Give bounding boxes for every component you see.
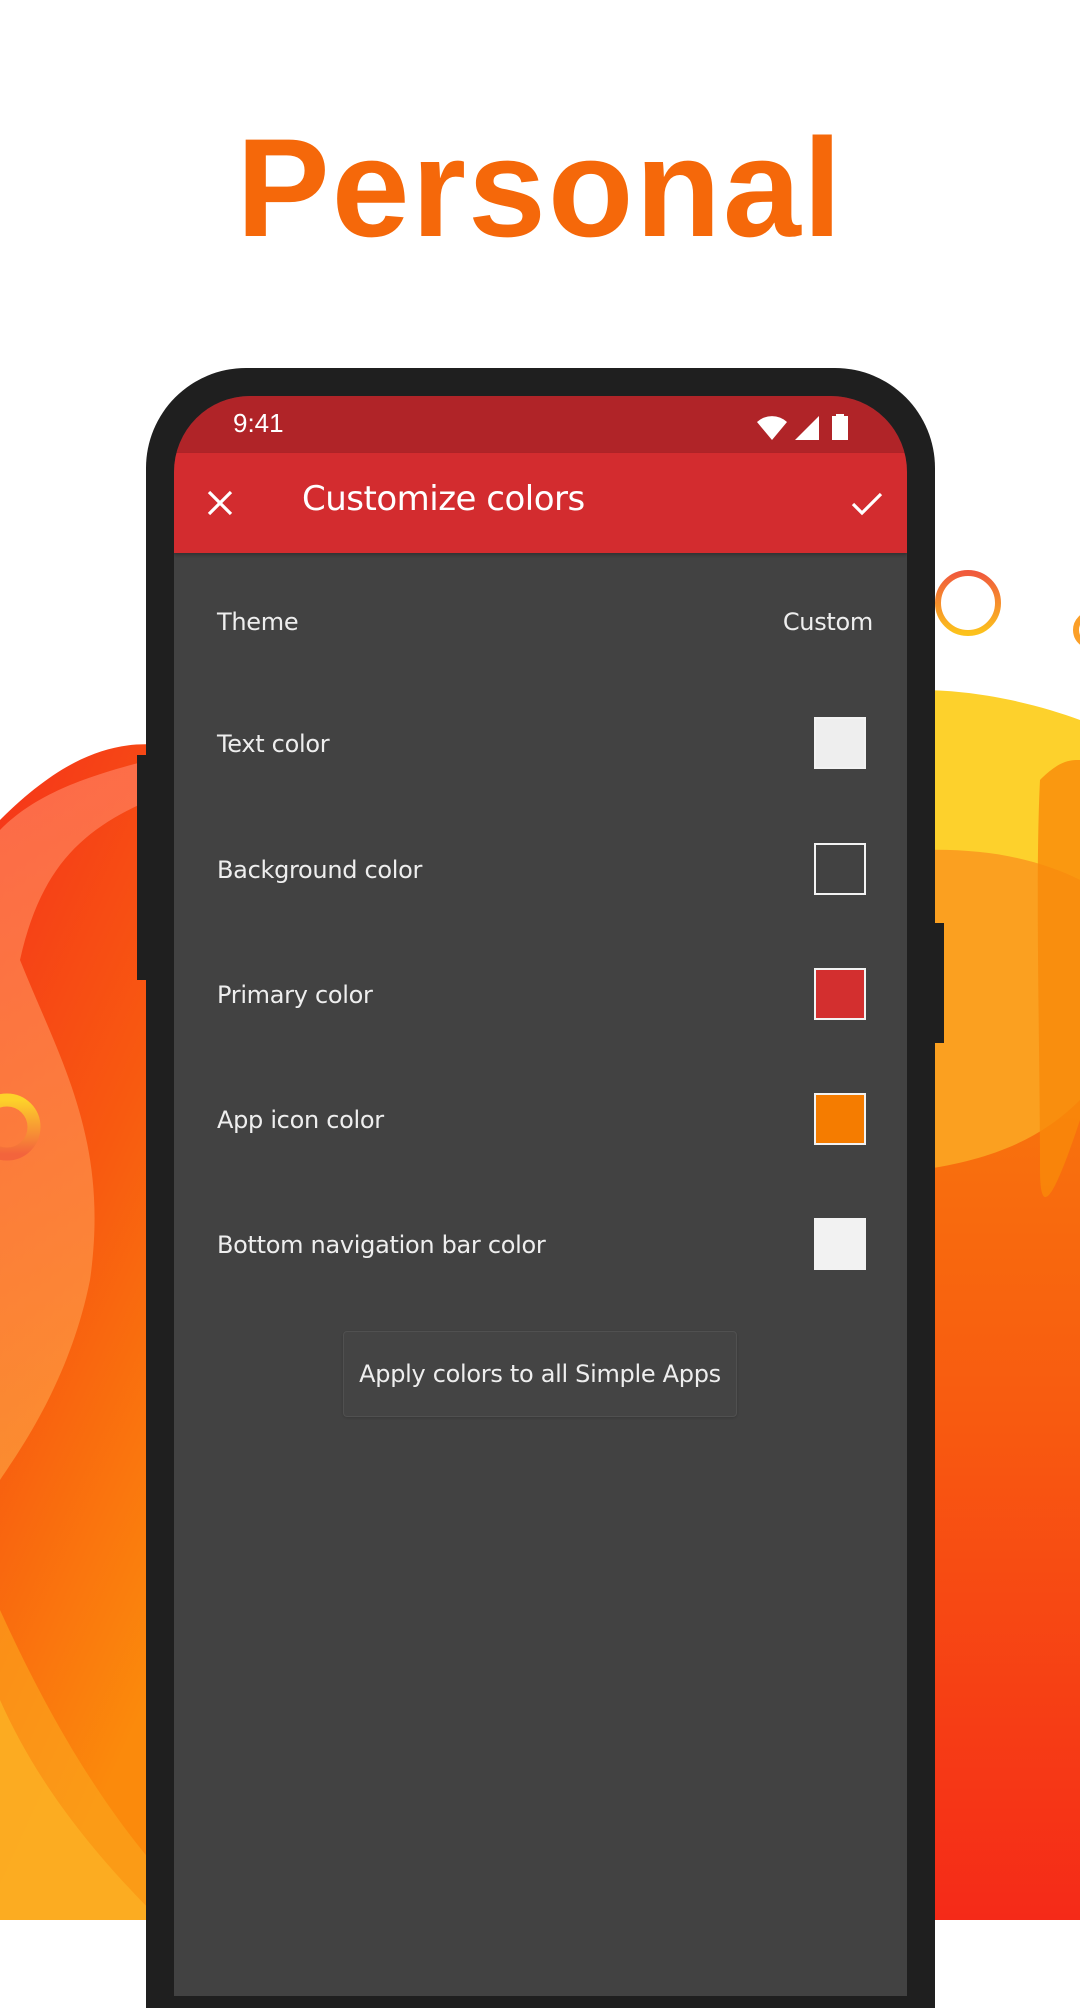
theme-value: Custom	[782, 608, 873, 636]
setting-row-background-color[interactable]: Background color	[174, 820, 907, 920]
right-blob-orange	[1037, 760, 1080, 1198]
bottom-nav-color-swatch[interactable]	[814, 1218, 866, 1270]
setting-row-theme[interactable]: Theme Custom	[174, 572, 907, 672]
text-color-swatch[interactable]	[814, 717, 866, 769]
app-toolbar: Customize colors	[174, 453, 907, 553]
setting-row-bottom-nav-color[interactable]: Bottom navigation bar color	[174, 1195, 907, 1295]
primary-color-swatch[interactable]	[814, 968, 866, 1020]
phone-screen: 9:41 Customize colors Theme Custom Text …	[174, 396, 907, 1996]
setting-label: App icon color	[217, 1106, 384, 1134]
setting-label: Background color	[217, 856, 423, 884]
setting-row-app-icon-color[interactable]: App icon color	[174, 1070, 907, 1170]
check-icon[interactable]	[849, 485, 885, 521]
status-bar: 9:41	[174, 396, 907, 453]
setting-row-text-color[interactable]: Text color	[174, 694, 907, 794]
close-icon[interactable]	[204, 487, 236, 519]
setting-label: Primary color	[217, 981, 373, 1009]
cell-signal-icon	[795, 416, 819, 440]
ring-decoration-edge	[1073, 615, 1080, 645]
status-time: 9:41	[233, 408, 284, 438]
background-color-swatch[interactable]	[814, 843, 866, 895]
setting-label: Theme	[217, 608, 299, 636]
page-headline: Personal	[236, 109, 844, 266]
ring-decoration-right	[935, 570, 1001, 636]
wifi-icon	[757, 416, 787, 440]
setting-label: Text color	[217, 730, 330, 758]
setting-label: Bottom navigation bar color	[217, 1231, 546, 1259]
status-icons	[757, 414, 849, 440]
toolbar-title: Customize colors	[302, 479, 585, 519]
app-icon-color-swatch[interactable]	[814, 1093, 866, 1145]
apply-colors-button[interactable]: Apply colors to all Simple Apps	[343, 1331, 737, 1417]
setting-row-primary-color[interactable]: Primary color	[174, 945, 907, 1045]
battery-icon	[832, 414, 848, 440]
